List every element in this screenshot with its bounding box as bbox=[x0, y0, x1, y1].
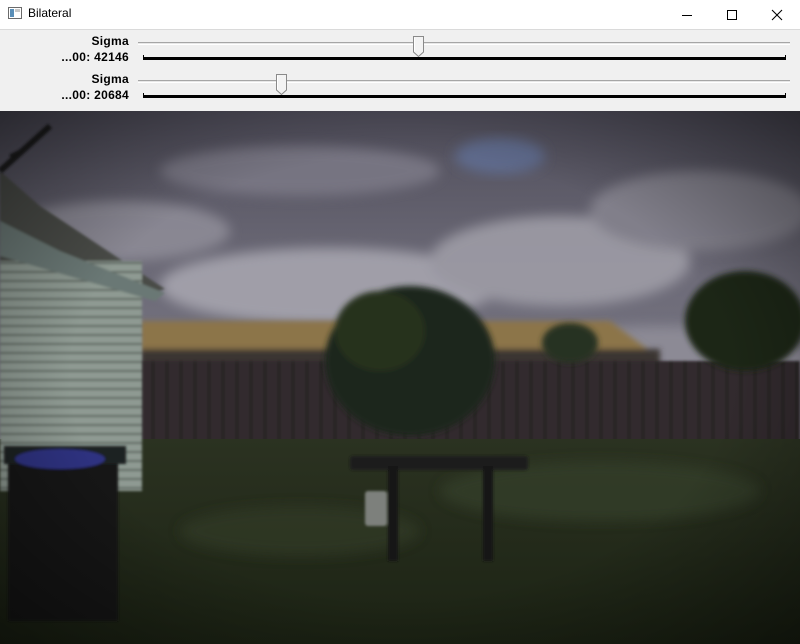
trackbar-track[interactable] bbox=[138, 42, 790, 45]
trackbar-track[interactable] bbox=[138, 80, 790, 83]
trackbar-tick-bar bbox=[143, 95, 786, 98]
close-icon bbox=[771, 9, 783, 20]
maximize-icon bbox=[727, 9, 737, 20]
trackbar-row-1: Sigma ...00: 42146 bbox=[0, 30, 800, 68]
trackbar-label: Sigma bbox=[91, 34, 129, 48]
trackbar-row-2: Sigma ...00: 20684 bbox=[0, 68, 800, 106]
trackbar-tick bbox=[785, 55, 786, 60]
trackbar-tick bbox=[785, 93, 786, 98]
minimize-icon bbox=[682, 14, 692, 16]
window-title: Bilateral bbox=[28, 6, 72, 20]
trackbar-panel: Sigma ...00: 42146 Sigma ...00: 20684 bbox=[0, 30, 800, 110]
close-button[interactable] bbox=[754, 0, 800, 29]
backyard-photo bbox=[0, 111, 800, 644]
trackbar-thumb[interactable] bbox=[413, 36, 425, 57]
trackbar-value-label: ...00: 20684 bbox=[61, 88, 129, 102]
trackbar-value-label: ...00: 42146 bbox=[61, 50, 129, 64]
trackbar-tick bbox=[143, 55, 144, 60]
title-bar: Bilateral bbox=[0, 0, 800, 30]
maximize-button[interactable] bbox=[709, 0, 755, 29]
app-window-icon bbox=[8, 7, 22, 19]
image-display bbox=[0, 111, 800, 644]
trackbar-thumb[interactable] bbox=[275, 74, 287, 95]
trackbar-label: Sigma bbox=[91, 72, 129, 86]
minimize-button[interactable] bbox=[664, 0, 710, 29]
trackbar-tick-bar bbox=[143, 57, 786, 60]
trackbar-tick bbox=[143, 93, 144, 98]
